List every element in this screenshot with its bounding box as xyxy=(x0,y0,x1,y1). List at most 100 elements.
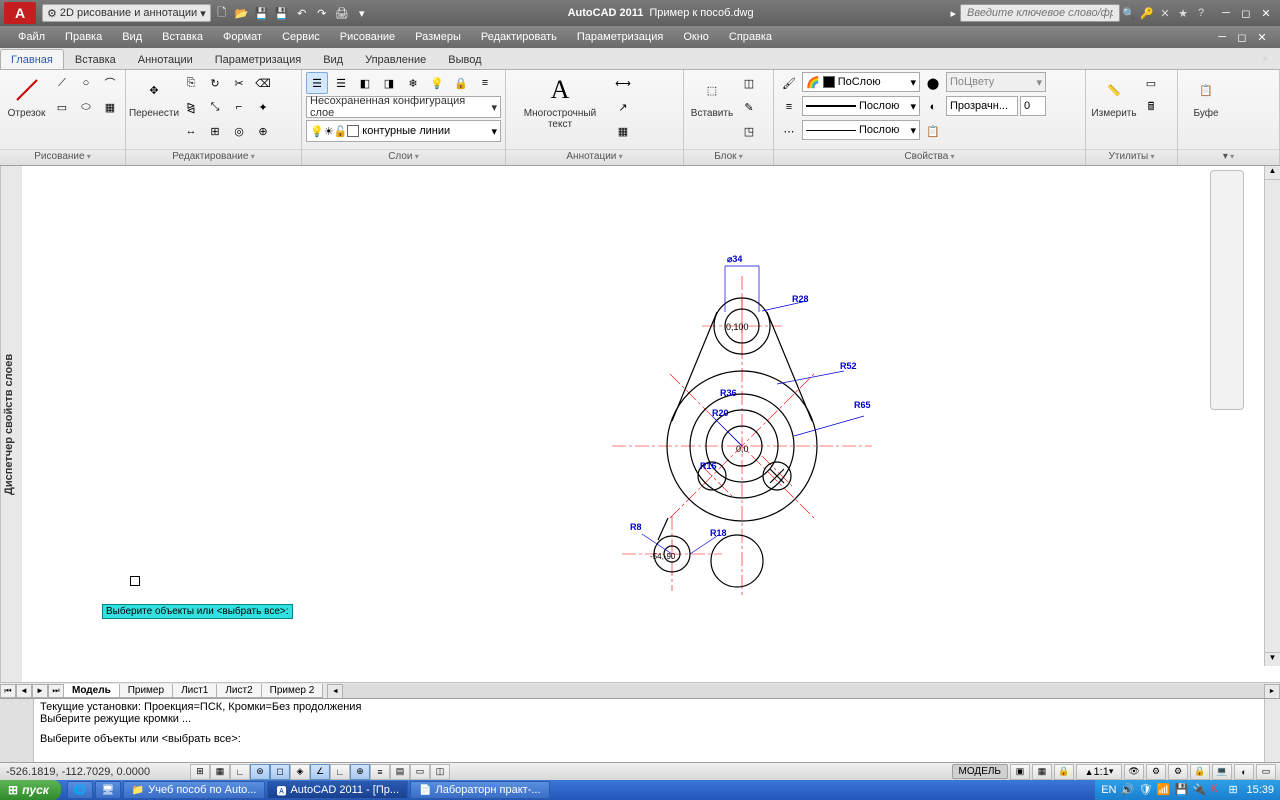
doc-close-button[interactable]: ✕ xyxy=(1252,29,1272,45)
tpy-toggle[interactable]: ▤ xyxy=(390,764,410,780)
tab-nav-buttons[interactable]: ⏮◄►⏭ xyxy=(0,684,64,698)
copy-button[interactable]: ⎘ xyxy=(180,72,202,94)
menu-help[interactable]: Справка xyxy=(719,28,782,46)
linetype-dropdown[interactable]: Послою▾ xyxy=(802,120,920,140)
join-button[interactable]: ⊕ xyxy=(252,120,274,142)
quickview-drawings[interactable]: ▦ xyxy=(1032,764,1052,780)
tray-icon[interactable]: K xyxy=(1210,783,1224,797)
mtext-button[interactable]: A Многострочный текст xyxy=(510,72,610,132)
panel-properties-title[interactable]: Свойства xyxy=(774,149,1085,165)
layer-match-button[interactable]: ≡ xyxy=(474,72,496,94)
otrack-toggle[interactable]: ∠ xyxy=(310,764,330,780)
start-button[interactable]: пуск xyxy=(0,780,61,800)
line-button[interactable]: Отрезок xyxy=(4,72,49,121)
isolate-objects[interactable]: ◐ xyxy=(1234,764,1254,780)
hardware-accel[interactable]: 💻 xyxy=(1212,764,1232,780)
minimize-button[interactable]: ─ xyxy=(1216,5,1236,21)
table-button[interactable]: ▦ xyxy=(612,120,634,142)
snap-toggle[interactable]: ⊞ xyxy=(190,764,210,780)
insert-button[interactable]: ⬚ Вставить xyxy=(688,72,736,121)
qat-more-icon[interactable]: ▾ xyxy=(353,4,371,22)
menu-edit[interactable]: Правка xyxy=(55,28,112,46)
coordinates-display[interactable]: -526.1819, -112.7029, 0.0000 xyxy=(0,766,190,778)
menu-draw[interactable]: Рисование xyxy=(330,28,405,46)
command-line[interactable]: Текущие установки: Проекция=ПСК, Кромки=… xyxy=(0,698,1280,762)
list-button[interactable]: 📋 xyxy=(922,120,944,142)
3dosnap-toggle[interactable]: ◈ xyxy=(290,764,310,780)
block-attr-button[interactable]: ◳ xyxy=(738,120,760,142)
binoculars-icon[interactable]: 🔍 xyxy=(1120,4,1138,22)
layer-states-button[interactable]: ☰ xyxy=(330,72,352,94)
undo-icon[interactable]: ↶ xyxy=(293,4,311,22)
vertical-scrollbar[interactable]: ▲ ▼ xyxy=(1264,166,1280,666)
doc-minimize-button[interactable]: ─ xyxy=(1212,29,1232,45)
layer-lock-button[interactable]: 🔒 xyxy=(450,72,472,94)
layer-off-button[interactable]: 💡 xyxy=(426,72,448,94)
open-icon[interactable]: 📂 xyxy=(233,4,251,22)
menu-insert[interactable]: Вставка xyxy=(152,28,213,46)
transparency-value[interactable]: 0 xyxy=(1020,96,1046,116)
panel-annotation-title[interactable]: Аннотации xyxy=(506,149,683,165)
tray-icon[interactable]: 🔊 xyxy=(1120,783,1134,797)
scale-button[interactable]: ⤡ xyxy=(204,96,226,118)
measure-button[interactable]: 📏 Измерить xyxy=(1090,72,1138,121)
menu-window[interactable]: Окно xyxy=(673,28,719,46)
toolbar-lock[interactable]: 🔒 xyxy=(1190,764,1210,780)
tab-layout-1[interactable]: Пример xyxy=(119,684,173,698)
redo-icon[interactable]: ↷ xyxy=(313,4,331,22)
cmdline-scrollbar[interactable] xyxy=(1264,699,1280,762)
plotcolor-dropdown[interactable]: ПоЦвету▾ xyxy=(946,72,1046,92)
layer-freeze-button[interactable]: ❄ xyxy=(402,72,424,94)
cmdline-grip[interactable] xyxy=(0,699,34,762)
ribbon-minimize-icon[interactable]: ▫️ xyxy=(1250,48,1280,69)
offset-button[interactable]: ◎ xyxy=(228,120,250,142)
panel-clipboard-title[interactable]: ▾ xyxy=(1178,149,1279,165)
clean-screen[interactable]: ▭ xyxy=(1256,764,1276,780)
layer-current-dropdown[interactable]: 💡 ☀ 🔓 контурные линии ▾ xyxy=(306,120,501,142)
tab-layout-2[interactable]: Лист1 xyxy=(172,684,217,698)
model-paper-toggle[interactable]: МОДЕЛЬ xyxy=(952,764,1008,779)
linetype-icon-button[interactable]: ⋯ xyxy=(778,120,800,142)
layer-manager-palette[interactable]: Диспетчер свойств слоев xyxy=(0,166,22,682)
tab-parametric[interactable]: Параметризация xyxy=(204,49,312,69)
move-button[interactable]: ✥ Перенести xyxy=(130,72,178,121)
polyline-button[interactable]: ⟋ xyxy=(51,72,73,94)
tray-lang[interactable]: EN xyxy=(1101,784,1116,796)
tray-icon[interactable]: 📶 xyxy=(1156,783,1170,797)
tab-insert[interactable]: Вставка xyxy=(64,49,127,69)
rotate-button[interactable]: ↻ xyxy=(204,72,226,94)
qp-toggle[interactable]: ▭ xyxy=(410,764,430,780)
task-autocad[interactable]: 🅰 AutoCAD 2011 - [Пр... xyxy=(267,781,408,799)
saveas-icon[interactable]: 💾 xyxy=(273,4,291,22)
tab-layout-4[interactable]: Пример 2 xyxy=(261,684,324,698)
hatch-button[interactable]: ▦ xyxy=(99,96,121,118)
menu-dimension[interactable]: Размеры xyxy=(405,28,471,46)
osnap-toggle[interactable]: ◻ xyxy=(270,764,290,780)
tray-icon[interactable]: 🔌 xyxy=(1192,783,1206,797)
key-icon[interactable]: 🔑 xyxy=(1138,4,1156,22)
tab-annotate[interactable]: Аннотации xyxy=(127,49,204,69)
color-dropdown[interactable]: 🌈 ПоСлою▾ xyxy=(802,72,920,92)
quicklaunch-desktop[interactable]: 🖥 xyxy=(95,781,121,799)
dyn-toggle[interactable]: ⊕ xyxy=(350,764,370,780)
panel-block-title[interactable]: Блок xyxy=(684,149,773,165)
mirror-button[interactable]: ⧎ xyxy=(180,96,202,118)
transparency-icon-button[interactable]: ◐ xyxy=(922,96,944,118)
rectangle-button[interactable]: ▭ xyxy=(51,96,73,118)
workspace-switching[interactable]: ⚙ xyxy=(1168,764,1188,780)
menu-parametric[interactable]: Параметризация xyxy=(567,28,673,46)
bycolor-button[interactable]: ⬤ xyxy=(922,72,944,94)
annoautoscale-toggle[interactable]: ⚙ xyxy=(1146,764,1166,780)
menu-format[interactable]: Формат xyxy=(213,28,272,46)
tab-view[interactable]: Вид xyxy=(312,49,354,69)
horizontal-scrollbar[interactable] xyxy=(327,684,1280,698)
quickview-layouts[interactable]: ▣ xyxy=(1010,764,1030,780)
panel-draw-title[interactable]: Рисование xyxy=(0,149,125,165)
tray-clock[interactable]: 15:39 xyxy=(1246,784,1274,796)
tab-model[interactable]: Модель xyxy=(63,684,120,698)
lineweight-dropdown[interactable]: Послою▾ xyxy=(802,96,920,116)
tab-home[interactable]: Главная xyxy=(0,49,64,69)
exchange-icon[interactable]: ✕ xyxy=(1156,4,1174,22)
arc-button[interactable]: ⌒ xyxy=(99,72,121,94)
ellipse-button[interactable]: ⬭ xyxy=(75,96,97,118)
